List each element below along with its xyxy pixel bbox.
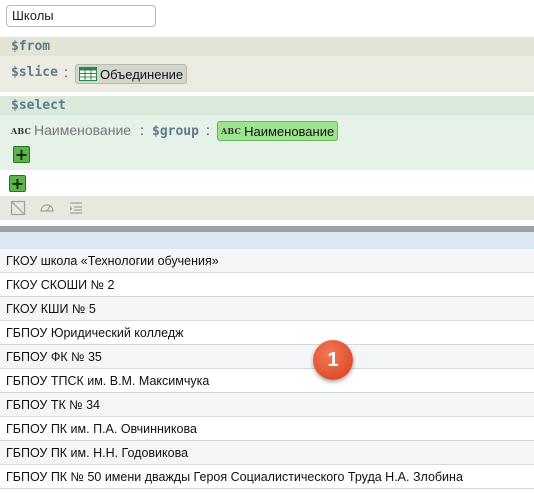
- table-row[interactable]: ГБПОУ Юридический колледж: [0, 321, 534, 345]
- field-colon: :: [140, 122, 144, 138]
- list-indent-icon[interactable]: [68, 200, 84, 216]
- table-row[interactable]: ГБПОУ ПК им. Н.Н. Годовикова: [0, 441, 534, 465]
- results-header: [0, 232, 534, 249]
- add-field-button[interactable]: +: [13, 146, 30, 163]
- add-section-button[interactable]: +: [9, 175, 26, 192]
- add-section-area: +: [0, 170, 534, 196]
- search-input[interactable]: Школы: [6, 5, 156, 27]
- query-toolbar: [0, 196, 534, 220]
- annotation-badge: 1: [313, 340, 353, 380]
- table-row[interactable]: ГБПОУ ТК № 34: [0, 393, 534, 417]
- group-colon: :: [206, 122, 210, 138]
- table-row[interactable]: ГКОУ КШИ № 5: [0, 297, 534, 321]
- table-row[interactable]: ГБПОУ ПК им. П.А. Овчинникова: [0, 417, 534, 441]
- group-keyword: $group: [152, 124, 199, 139]
- table-icon: [79, 67, 97, 81]
- slice-colon: :: [64, 64, 68, 80]
- text-type-icon: ABC: [11, 126, 32, 136]
- from-section-body: $slice : Объединение: [0, 56, 534, 92]
- top-bar: Школы: [0, 0, 534, 34]
- table-row[interactable]: ГБПОУ ТПСК им. В.М. Максимчука: [0, 369, 534, 393]
- gauge-icon[interactable]: [39, 200, 55, 216]
- slice-value-chip[interactable]: Объединение: [75, 64, 188, 84]
- slice-value-label: Объединение: [100, 66, 184, 82]
- text-type-icon: ABC: [221, 126, 242, 136]
- results-table: ГКОУ школа «Технологии обучения» ГКОУ СК…: [0, 232, 534, 494]
- table-row[interactable]: ГКОУ школа «Технологии обучения»: [0, 249, 534, 273]
- group-value-label: Наименование: [244, 123, 335, 139]
- from-keyword: $from: [11, 39, 51, 54]
- slice-keyword: $slice: [11, 65, 58, 80]
- from-section-header: $from: [0, 37, 534, 56]
- table-row[interactable]: ГБПОУ ФК № 35: [0, 345, 534, 369]
- group-value-chip[interactable]: ABC Наименование: [217, 121, 339, 141]
- select-section-header: $select: [0, 96, 534, 115]
- no-image-icon[interactable]: [10, 200, 26, 216]
- field-name[interactable]: Наименование: [34, 122, 131, 138]
- table-row[interactable]: ГБПОУ ПК № 50 имени дважды Героя Социали…: [0, 465, 534, 489]
- select-keyword: $select: [11, 98, 66, 113]
- select-section-body: ABC Наименование : $group : ABC Наименов…: [0, 115, 534, 170]
- table-row[interactable]: ГКОУ СКОШИ № 2: [0, 273, 534, 297]
